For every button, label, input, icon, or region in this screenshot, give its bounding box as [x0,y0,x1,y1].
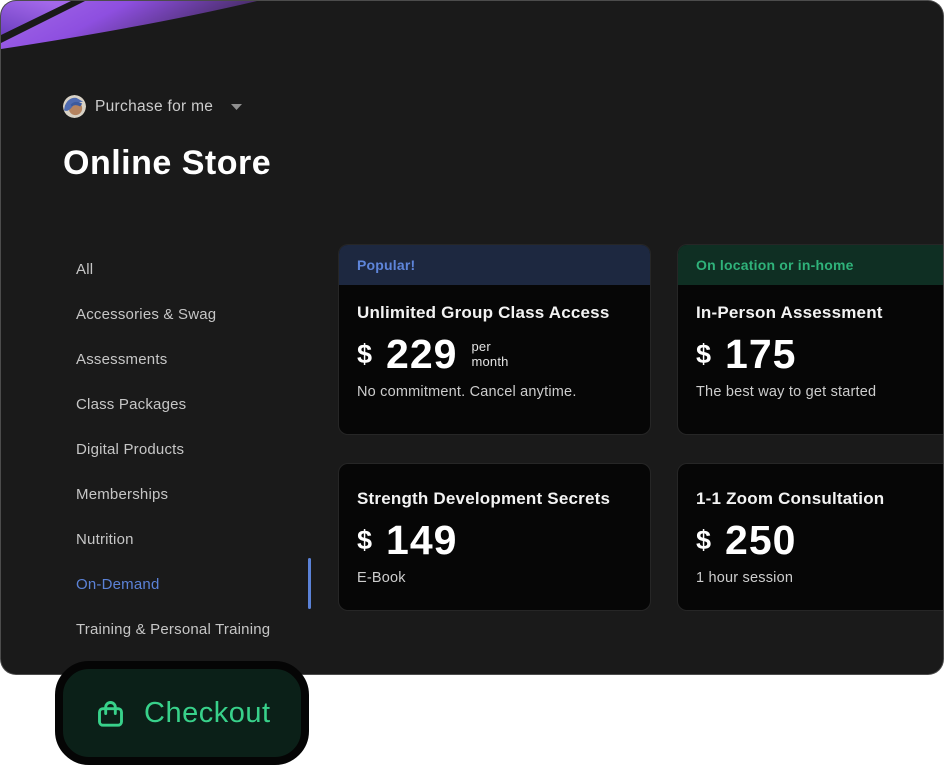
purchase-for-label: Purchase for me [95,97,214,115]
product-grid: Popular! Unlimited Group Class Access $ … [338,244,943,611]
price-period-line1: per [471,339,491,355]
product-price: 175 [725,330,797,377]
product-note: The best way to get started [696,384,877,400]
sidebar-category-item[interactable]: Training & Personal Training [76,607,306,652]
active-category-indicator [308,558,311,609]
product-price: 229 [386,330,458,377]
product-card-body: Strength Development Secrets $ 149 E-Boo… [339,464,650,586]
sidebar-category-label: Class Packages [76,396,187,413]
product-price: 149 [386,516,458,563]
product-price-row: $ 229 per month [357,330,632,378]
sidebar-category-item[interactable]: Nutrition [76,517,306,562]
product-note: 1 hour session [696,570,794,586]
sidebar-category-label: Accessories & Swag [76,306,217,323]
product-price-row: $ 149 [357,516,632,564]
product-card[interactable]: Strength Development Secrets $ 149 E-Boo… [338,463,651,611]
purchase-for-selector[interactable]: Purchase for me [63,95,243,118]
sidebar-category-label: Assessments [76,351,168,368]
sidebar-category-label: Digital Products [76,441,185,458]
product-title: 1-1 Zoom Consultation [696,489,885,508]
product-card[interactable]: Popular! Unlimited Group Class Access $ … [338,244,651,435]
product-price: 250 [725,516,797,563]
product-card-body: Unlimited Group Class Access $ 229 per m… [339,285,650,400]
product-card-body: 1-1 Zoom Consultation $ 250 1 hour sessi… [678,464,943,586]
product-card-body: In-Person Assessment $ 175 The best way … [678,285,943,400]
sidebar-category-item[interactable]: All [76,247,306,292]
checkout-button[interactable]: Checkout [55,661,309,765]
currency-symbol: $ [357,524,373,555]
product-note: No commitment. Cancel anytime. [357,384,577,400]
checkout-label: Checkout [144,696,271,729]
purple-swoosh-decoration [1,1,257,49]
price-period: per month [471,339,509,370]
product-card[interactable]: On location or in-home In-Person Assessm… [677,244,943,435]
currency-symbol: $ [696,524,712,555]
shopping-bag-icon [98,700,123,727]
sidebar-category-item[interactable]: Memberships [76,472,306,517]
online-store-panel: Purchase for me Online Store All Accesso… [0,0,944,675]
sidebar-category-item[interactable]: Assessments [76,337,306,382]
product-card[interactable]: 1-1 Zoom Consultation $ 250 1 hour sessi… [677,463,943,611]
sidebar-category-item[interactable]: Class Packages [76,382,306,427]
page-title: Online Store [63,144,272,182]
avatar [63,95,86,118]
product-note: E-Book [357,570,406,586]
product-title: In-Person Assessment [696,303,883,322]
product-price-row: $ 250 [696,516,943,564]
sidebar-category-item[interactable]: Accessories & Swag [76,292,306,337]
product-title: Strength Development Secrets [357,489,611,508]
chevron-down-icon [230,103,243,111]
category-sidebar: All Accessories & Swag Assessments Class… [76,247,306,652]
product-price-row: $ 175 [696,330,943,378]
price-period-line2: month [471,354,509,369]
sidebar-category-item[interactable]: On-Demand [76,562,306,607]
sidebar-category-label: Memberships [76,486,169,503]
page-background: Purchase for me Online Store All Accesso… [0,0,946,768]
sidebar-category-label: All [76,261,94,278]
sidebar-category-item[interactable]: Digital Products [76,427,306,472]
sidebar-category-label: On-Demand [76,576,160,593]
currency-symbol: $ [696,338,712,369]
product-badge: On location or in-home [678,245,943,285]
sidebar-category-label: Nutrition [76,531,134,548]
product-title: Unlimited Group Class Access [357,303,610,322]
product-badge: Popular! [339,245,650,285]
currency-symbol: $ [357,338,373,369]
sidebar-category-label: Training & Personal Training [76,621,271,638]
